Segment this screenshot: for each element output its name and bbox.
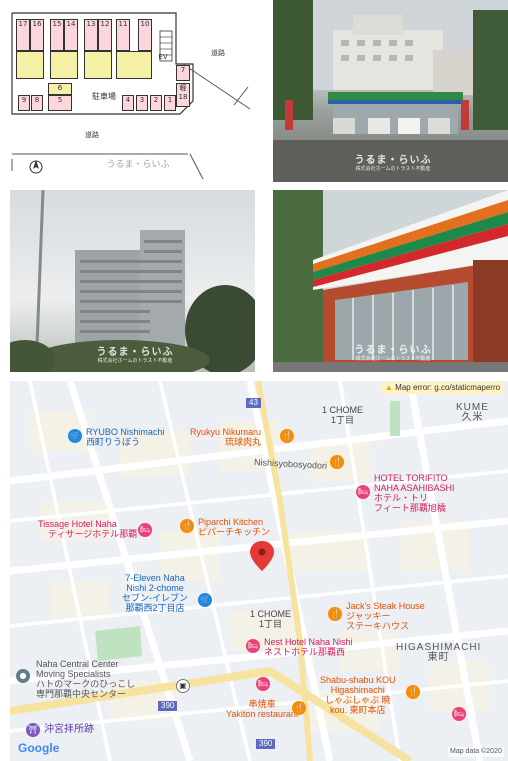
parking-slot: 15 <box>50 19 64 51</box>
building-block <box>16 51 44 79</box>
shopping-pin-icon[interactable]: 🛒 <box>68 429 82 443</box>
poi-nest-hotel[interactable]: Nest Hotel Naha Nishi ネストホテル那覇西 <box>264 637 353 657</box>
parking-slot: 9 <box>18 95 30 111</box>
hotel-pin-icon[interactable]: 🛏 <box>246 639 260 653</box>
parking-slot: 3 <box>136 95 148 111</box>
parking-slot: 16 <box>30 19 44 51</box>
hotel-pin-icon[interactable]: 🛏 <box>356 485 370 499</box>
floorplan-panel: 17 16 15 14 13 12 11 10 EV 6 駐車場 9 8 5 4… <box>8 9 258 181</box>
hotel-pin-icon[interactable]: 🛏 <box>256 677 270 691</box>
warning-icon: ▲ <box>385 383 393 392</box>
hotel-pin-icon[interactable]: 🛏 <box>138 523 152 537</box>
floorplan-watermark: うるま・らいふ <box>106 160 170 170</box>
road-badge-390a: 390 <box>158 701 178 711</box>
map-area-1chome-mid: 1 CHOME 1丁目 <box>250 609 292 629</box>
building-block <box>84 51 112 79</box>
poi-naha-central-center[interactable]: Naha Central Center Moving Specialists ハト… <box>36 659 135 699</box>
poi-ryukyu-nikumaru[interactable]: Ryukyu Nikumaru 琉球肉丸 <box>190 427 261 447</box>
parking-label: 駐車場 <box>92 92 116 101</box>
photo-watermark: うるま・らいふ 株式会社ホームのトラスト不動産 <box>354 155 432 173</box>
parking-slot: 14 <box>64 19 78 51</box>
building-block <box>116 51 152 79</box>
poi-ryubo[interactable]: RYUBO Nishimachi 西町りうぼう <box>86 427 164 447</box>
photo-seven-eleven: うるま・らいふ 株式会社ホームのトラスト不動産 <box>273 190 508 372</box>
ev-label: EV <box>158 53 168 61</box>
restaurant-pin-icon[interactable]: 🍴 <box>406 685 420 699</box>
map-area-higashimachi: HIGASHIMACHI 東町 <box>396 642 482 663</box>
photo-watermark: うるま・らいふ 株式会社ホームのトラスト不動産 <box>96 347 174 365</box>
building-scene <box>10 190 255 372</box>
poi-piparchi-kitchen[interactable]: Piparchi Kitchen ピパーチキッチン <box>198 517 270 537</box>
shrine-pin-icon[interactable]: ⛩ <box>26 723 40 737</box>
restaurant-pin-icon[interactable]: 🍴 <box>280 429 294 443</box>
poi-okinomiya[interactable]: 沖宮拝所跡 <box>44 725 94 735</box>
map-attribution: Map data ©2020 <box>448 747 504 757</box>
parking-slot: 12 <box>98 19 112 51</box>
poi-tissage-hotel[interactable]: Tissage Hotel Naha ティサージホテル那覇 <box>38 519 137 539</box>
parking-slot: 6 <box>48 83 72 95</box>
parking-slot: 13 <box>84 19 98 51</box>
parking-slot: 4 <box>122 95 134 111</box>
parking-slot: 17 <box>16 19 30 51</box>
poi-shabu-shabu-kou[interactable]: Shabu-shabu KOU Higashimachi しゃぶしゃぶ 暁 kou.… <box>320 675 396 715</box>
restaurant-pin-icon[interactable]: 🍴 <box>292 701 306 715</box>
parking-slot: 8 <box>31 95 43 111</box>
photo-familymart: うるま・らいふ 株式会社ホームのトラスト不動産 <box>273 0 508 182</box>
parking-slot: 7 <box>176 65 190 81</box>
map-panel[interactable]: ▲ Map error: g.co/staticmaperro KUME 久米 1… <box>10 381 508 761</box>
map-error-banner: ▲ Map error: g.co/staticmaperro <box>382 382 504 394</box>
restaurant-pin-icon[interactable]: 🍴 <box>180 519 194 533</box>
restaurant-pin-icon[interactable]: 🍴 <box>330 455 344 469</box>
map-area-1chome-top: 1 CHOME 1丁目 <box>322 405 364 425</box>
bus-stop-icon[interactable]: ▣ <box>176 679 190 693</box>
road-badge-43: 43 <box>246 398 261 408</box>
place-pin-icon[interactable]: ● <box>16 669 30 683</box>
poi-seven-eleven[interactable]: 7-Eleven Naha Nishi 2-chome セブン-イレブン 那覇西2丁… <box>122 573 188 613</box>
poi-jacks-steak-house[interactable]: Jack's Steak House ジャッキー ステーキハウス <box>346 601 425 631</box>
road-label-bottom: 道路 <box>85 131 99 139</box>
hotel-pin-icon[interactable]: 🛏 <box>452 707 466 721</box>
poi-hotel-torifito[interactable]: HOTEL TORIFITO NAHA ASAHIBASHI ホテル・トリ フィート… <box>374 473 455 513</box>
poi-kushiyaki[interactable]: 串焼車 Yakiton restaurant <box>226 699 298 719</box>
parking-slot: 5 <box>48 95 72 111</box>
map-area-kume: KUME 久米 <box>456 402 489 423</box>
building-block <box>50 51 78 79</box>
photo-watermark: うるま・らいふ 株式会社ホームのトラスト不動産 <box>354 345 432 363</box>
parking-slot: 11 <box>116 19 130 51</box>
parking-slot: 2 <box>150 95 162 111</box>
restaurant-pin-icon[interactable]: 🍴 <box>328 607 342 621</box>
photo-building: うるま・らいふ 株式会社ホームのトラスト不動産 <box>10 190 255 372</box>
google-logo: Google <box>18 741 60 755</box>
parking-slot: 10 <box>138 19 152 51</box>
road-badge-390b: 390 <box>256 739 276 749</box>
shopping-pin-icon[interactable]: 🛒 <box>198 593 212 607</box>
parking-slot: 1 <box>164 95 176 111</box>
parking-slot: 軽 18 <box>176 83 190 107</box>
road-label-right: 道路 <box>211 49 225 57</box>
